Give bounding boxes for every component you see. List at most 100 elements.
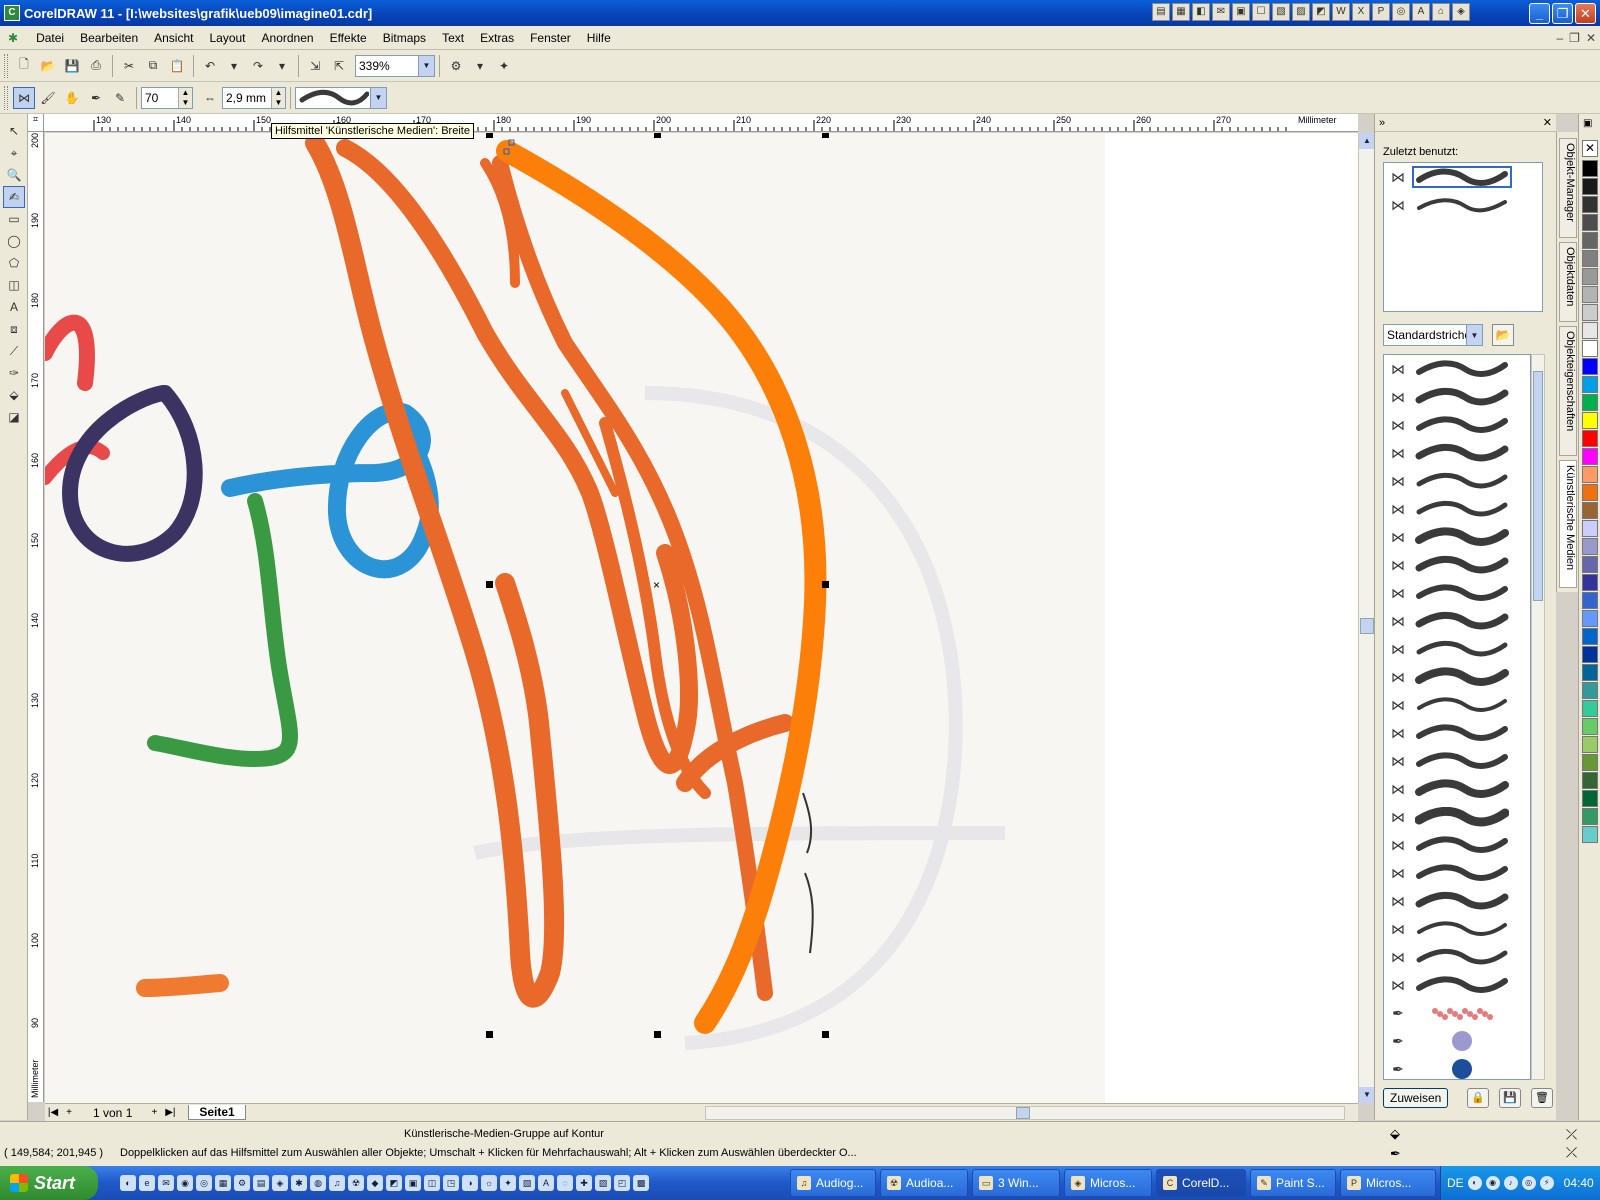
quicklaunch-icon[interactable]: ▣	[405, 1175, 421, 1191]
task-button-microsoft-1[interactable]: ◈ Micros...	[1064, 1169, 1152, 1197]
menu-datei[interactable]: Datei	[28, 31, 72, 45]
selection-handle[interactable]	[486, 1031, 493, 1038]
stroke-preset-item[interactable]: ⋈	[1384, 887, 1530, 915]
color-swatch[interactable]	[1582, 718, 1598, 735]
save-icon[interactable]: 💾	[61, 55, 83, 77]
export-icon[interactable]: ⇱	[328, 55, 350, 77]
quicklaunch-icon[interactable]: ◈	[272, 1175, 288, 1191]
width-spinbox[interactable]: 2,9 mm ▲ ▼	[222, 86, 286, 109]
drawing-canvas[interactable]: ×	[45, 133, 1358, 1103]
application-launcher-icon[interactable]: ⚙	[445, 55, 467, 77]
stroke-preset-item[interactable]: ⋈	[1384, 859, 1530, 887]
color-swatch[interactable]	[1582, 790, 1598, 807]
close-button[interactable]: ✕	[1575, 3, 1596, 24]
selection-handle[interactable]	[822, 1031, 829, 1038]
tab-objekt-manager[interactable]: Objekt-Manager	[1559, 138, 1577, 238]
stroke-preset-item[interactable]: ⋈	[1384, 607, 1530, 635]
stroke-preset-item[interactable]: ⋈	[1384, 803, 1530, 831]
shape-tool-icon[interactable]: ⌖	[3, 142, 25, 164]
vertical-scrollbar[interactable]: ▲ ▼	[1358, 133, 1375, 1103]
stroke-preset-item[interactable]: ⋈	[1384, 691, 1530, 719]
color-swatch[interactable]	[1582, 376, 1598, 393]
color-swatch[interactable]	[1582, 808, 1598, 825]
tray-icon[interactable]: ♪	[1503, 1176, 1518, 1190]
horizontal-scroll-thumb[interactable]	[1016, 1107, 1030, 1119]
fill-indicator-icon[interactable]: ⬙	[1390, 1126, 1400, 1142]
quicklaunch-icon[interactable]: ⚙	[234, 1175, 250, 1191]
stroke-category-combo[interactable]: Standardstriche ▼	[1383, 324, 1483, 346]
sprayer-preset-item[interactable]: ✒	[1384, 1055, 1530, 1079]
color-swatch[interactable]	[1582, 430, 1598, 447]
redo-dropdown-icon[interactable]: ▾	[271, 55, 293, 77]
menu-hilfe[interactable]: Hilfe	[579, 31, 619, 45]
docker-close-icon[interactable]: ✕	[1543, 116, 1552, 129]
quick-icon-6[interactable]: ☐	[1252, 3, 1270, 21]
menu-fenster[interactable]: Fenster	[522, 31, 579, 45]
quick-icon-3[interactable]: ◧	[1192, 3, 1210, 21]
smoothing-spinbox[interactable]: 70 ▲ ▼	[141, 86, 193, 109]
quick-icon-15[interactable]: ⌂	[1432, 3, 1450, 21]
quicklaunch-icon[interactable]: ◩	[386, 1175, 402, 1191]
color-swatch[interactable]	[1582, 214, 1598, 231]
color-swatch[interactable]	[1582, 286, 1598, 303]
horizontal-ruler[interactable]: 130 140 150 160 170 180 190 200 210 220 …	[44, 114, 1358, 132]
scroll-up-icon[interactable]: ▲	[1359, 133, 1375, 149]
quick-icon-7[interactable]: ▧	[1272, 3, 1290, 21]
palette-options-icon[interactable]: ▣	[1583, 118, 1592, 129]
quicklaunch-icon[interactable]: ♫	[329, 1175, 345, 1191]
quick-icon-11[interactable]: X	[1352, 3, 1370, 21]
menu-text[interactable]: Text	[434, 31, 472, 45]
quicklaunch-icon[interactable]: ◐	[120, 1175, 136, 1191]
recent-stroke-item[interactable]: ⋈	[1384, 163, 1542, 191]
color-swatch[interactable]	[1582, 538, 1598, 555]
maximize-button[interactable]: ❐	[1552, 3, 1573, 24]
lock-icon[interactable]: 🔒	[1467, 1088, 1489, 1108]
quicklaunch-icon[interactable]: ◉	[177, 1175, 193, 1191]
stroke-preset-item[interactable]: ⋈	[1384, 747, 1530, 775]
chevron-down-icon[interactable]: ▼	[418, 55, 434, 76]
color-swatch[interactable]	[1582, 484, 1598, 501]
quicklaunch-icon[interactable]: ◎	[196, 1175, 212, 1191]
color-swatch[interactable]	[1582, 628, 1598, 645]
stroke-preset-item[interactable]: ⋈	[1384, 411, 1530, 439]
color-swatch[interactable]	[1582, 772, 1598, 789]
eyedropper-tool-icon[interactable]: ⟋	[3, 340, 25, 362]
cut-icon[interactable]: ✂	[118, 55, 140, 77]
quick-icon-5[interactable]: ▣	[1232, 3, 1250, 21]
last-page-icon[interactable]: ▶|	[162, 1107, 178, 1118]
tray-icon[interactable]: ◉	[1485, 1176, 1500, 1190]
stroke-preset-item[interactable]: ⋈	[1384, 467, 1530, 495]
color-swatch[interactable]	[1582, 592, 1598, 609]
doc-close-button[interactable]: ✕	[1586, 31, 1596, 45]
quicklaunch-icon[interactable]: ◍	[310, 1175, 326, 1191]
quicklaunch-icon[interactable]: ▤	[253, 1175, 269, 1191]
apply-button[interactable]: Zuweisen	[1383, 1088, 1449, 1108]
quick-icon-8[interactable]: ▨	[1292, 3, 1310, 21]
quicklaunch-icon[interactable]: A	[538, 1175, 554, 1191]
brush-mode-icon[interactable]: 🖌	[37, 87, 59, 109]
color-swatch[interactable]	[1582, 340, 1598, 357]
stroke-preset-item[interactable]: ⋈	[1384, 439, 1530, 467]
undo-dropdown-icon[interactable]: ▾	[223, 55, 245, 77]
selection-handle[interactable]	[822, 581, 829, 588]
selection-handle[interactable]	[654, 133, 661, 138]
open-icon[interactable]: 📂	[37, 55, 59, 77]
document-icon[interactable]: ✱	[8, 31, 18, 45]
interactive-blend-tool-icon[interactable]: ⧈	[3, 318, 25, 340]
quicklaunch-icon[interactable]: ✱	[291, 1175, 307, 1191]
ellipse-tool-icon[interactable]: ◯	[3, 230, 25, 252]
color-swatch[interactable]	[1582, 646, 1598, 663]
save-stroke-icon[interactable]: 💾	[1499, 1088, 1521, 1108]
menu-layout[interactable]: Layout	[201, 31, 253, 45]
quick-icon-14[interactable]: A	[1412, 3, 1430, 21]
color-swatch[interactable]	[1582, 160, 1598, 177]
color-swatch[interactable]	[1582, 322, 1598, 339]
outline-tool-icon[interactable]: ✑	[3, 362, 25, 384]
menu-bitmaps[interactable]: Bitmaps	[375, 31, 434, 45]
selection-handle[interactable]	[486, 133, 493, 138]
coreldraw-app-icon[interactable]: C	[4, 5, 20, 21]
quicklaunch-icon[interactable]: ▨	[595, 1175, 611, 1191]
color-swatch[interactable]	[1582, 556, 1598, 573]
recent-stroke-item[interactable]: ⋈	[1384, 191, 1542, 219]
text-tool-icon[interactable]: A	[3, 296, 25, 318]
